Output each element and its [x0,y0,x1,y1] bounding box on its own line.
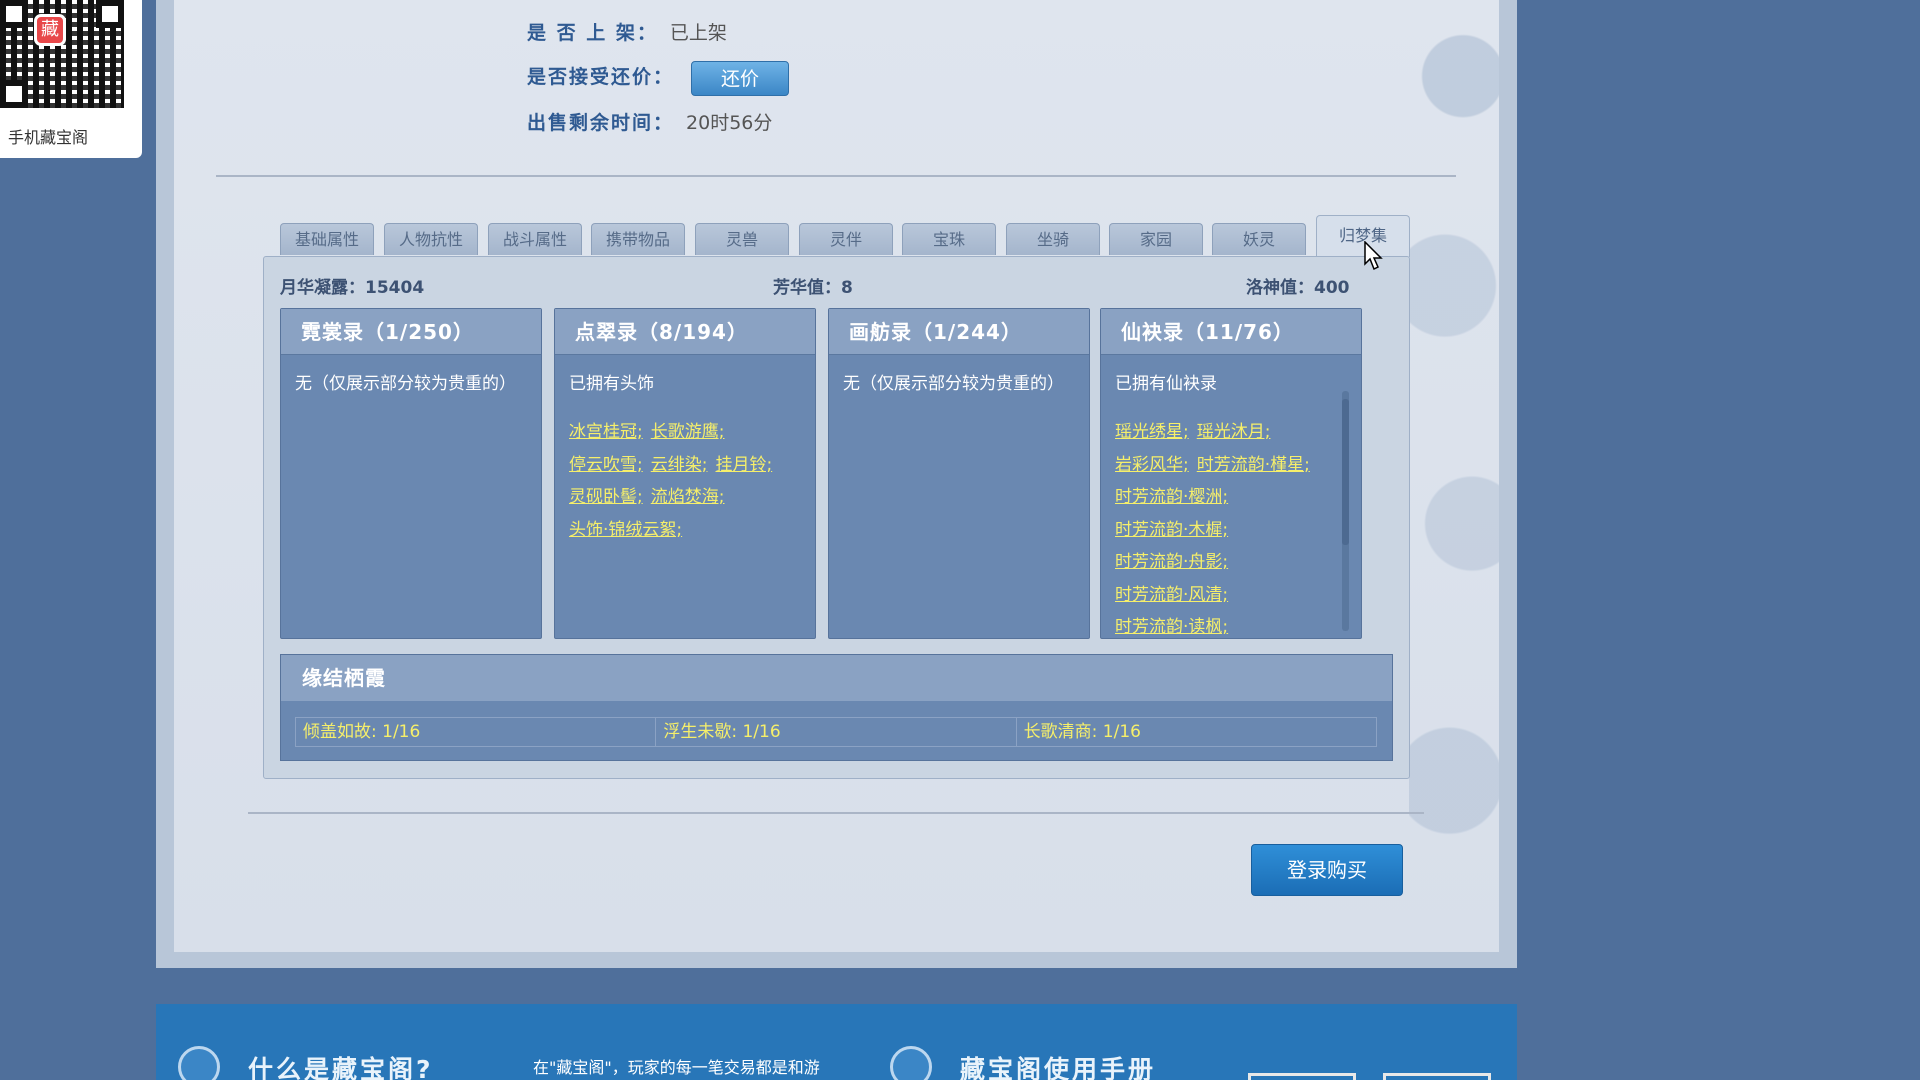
tab-dream-collection[interactable]: 归梦集 [1316,215,1410,257]
card-scrollbar[interactable] [1342,391,1349,631]
tab-combat-attributes[interactable]: 战斗属性 [488,223,582,255]
item-link[interactable]: 长歌游鹰; [651,422,725,442]
qr-label: 手机藏宝阁 [8,128,89,147]
collection-card: 点翠录（8/194） 已拥有头饰 冰宫桂冠; 长歌游鹰; 停云吹雪; 云绯染; 挂月铃… [554,308,816,639]
footer-qr-box [1248,1073,1356,1080]
item-links: 瑶光绣星; 瑶光沐月; 岩彩风华; 时芳流韵·槿星; 时芳流韵·樱洲; 时芳流韵·木… [1101,394,1361,644]
tab-spirit-companion[interactable]: 灵伴 [799,223,893,255]
qr-code-image: 藏 [0,0,124,108]
moon-dew-stat: 月华凝露：15404 [280,278,425,298]
tab-orb[interactable]: 宝珠 [902,223,996,255]
fanghua-stat: 芳华值：8 [773,278,853,298]
tab-carried-items[interactable]: 携带物品 [591,223,685,255]
tab-mount[interactable]: 坐骑 [1006,223,1100,255]
item-link[interactable]: 时芳流韵·槿星; [1197,455,1310,475]
item-link[interactable]: 时芳流韵·舟影; [1115,552,1228,572]
qr-widget[interactable]: 藏 手机藏宝阁 [0,0,142,158]
remaining-time-label: 出售剩余时间： [527,112,675,134]
item-link[interactable]: 瑶光绣星; [1115,422,1189,442]
bond-item: 长歌清商: 1/16 [1023,722,1141,742]
item-link[interactable]: 云绯染; [651,455,708,475]
bond-row: 倾盖如故: 1/16 浮生未歇: 1/16 长歌清商: 1/16 [295,717,1377,747]
collection-card: 仙袂录（11/76） 已拥有仙袂录 瑶光绣星; 瑶光沐月; 岩彩风华; 时芳流韵·槿… [1100,308,1362,639]
item-link[interactable]: 挂月铃; [715,455,772,475]
login-buy-button[interactable]: 登录购买 [1251,844,1403,896]
remaining-time-value: 20时56分 [686,112,773,134]
bond-title: 缘结栖霞 [281,655,1392,701]
tab-demon-spirit[interactable]: 妖灵 [1212,223,1306,255]
item-links: 冰宫桂冠; 长歌游鹰; 停云吹雪; 云绯染; 挂月铃; 灵砚卧髻; 流焰焚海; 头饰·锦… [555,394,815,546]
footer-qr-box [1383,1073,1491,1080]
card-subtitle: 无（仅展示部分较为贵重的） [295,374,516,394]
footer-intro-text: 在"藏宝阁"，玩家的每一笔交易都是和游 [533,1058,820,1077]
item-link[interactable]: 冰宫桂冠; [569,422,643,442]
on-shelf-row: 是 否 上 架： 已上架 [527,18,727,45]
haggle-button[interactable]: 还价 [691,61,789,96]
book-icon [890,1046,932,1080]
bond-item: 浮生未歇: 1/16 [656,718,1017,746]
item-link[interactable]: 时芳流韵·木樨; [1115,520,1228,540]
card-subtitle: 无（仅展示部分较为贵重的） [843,374,1064,394]
item-link[interactable]: 时芳流韵·风清; [1115,585,1228,605]
card-subtitle: 已拥有头饰 [569,374,654,394]
footer-title-what[interactable]: 什么是藏宝阁? [248,1050,434,1080]
tab-home[interactable]: 家园 [1109,223,1203,255]
collection-card: 霓裳录（1/250） 无（仅展示部分较为贵重的） [280,308,542,639]
on-shelf-value: 已上架 [669,22,727,44]
item-link[interactable]: 岩彩风华; [1115,455,1189,475]
footer-title-manual[interactable]: 藏宝阁使用手册 [960,1050,1156,1080]
tab-resistance[interactable]: 人物抗性 [384,223,478,255]
card-title: 画舫录（1/244） [829,309,1089,355]
mouse-cursor-icon [1364,241,1383,271]
item-link[interactable]: 灵砚卧髻; [569,487,643,507]
card-title: 点翠录（8/194） [555,309,815,355]
remaining-time-row: 出售剩余时间： 20时56分 [527,108,772,135]
on-shelf-label: 是 否 上 架： [527,22,658,44]
item-link[interactable]: 流焰焚海; [651,487,725,507]
item-link[interactable]: 时芳流韵·读枫; [1115,617,1228,637]
bond-section: 缘结栖霞 倾盖如故: 1/16 浮生未歇: 1/16 长歌清商: 1/16 [280,654,1393,761]
haggle-label: 是否接受还价： [527,66,675,88]
globe-icon [178,1046,220,1080]
haggle-row: 是否接受还价： [527,62,674,89]
divider [248,812,1424,814]
item-link[interactable]: 停云吹雪; [569,455,643,475]
bond-item: 倾盖如故: 1/16 [296,718,657,746]
scrollbar-thumb[interactable] [1342,399,1349,545]
card-subtitle: 已拥有仙袂录 [1115,374,1217,394]
tab-basic-attributes[interactable]: 基础属性 [280,223,374,255]
app-logo-icon: 藏 [34,14,66,46]
cloud-decoration [1409,0,1499,952]
item-link[interactable]: 瑶光沐月; [1197,422,1271,442]
card-title: 霓裳录（1/250） [281,309,541,355]
card-title: 仙袂录（11/76） [1101,309,1361,355]
item-link[interactable]: 时芳流韵·樱洲; [1115,487,1228,507]
collection-card: 画舫录（1/244） 无（仅展示部分较为贵重的） [828,308,1090,639]
item-link[interactable]: 头饰·锦绒云絮; [569,520,682,540]
tab-spirit-beast[interactable]: 灵兽 [695,223,789,255]
divider [216,175,1456,177]
luoshen-stat: 洛神值：400 [1246,278,1350,298]
